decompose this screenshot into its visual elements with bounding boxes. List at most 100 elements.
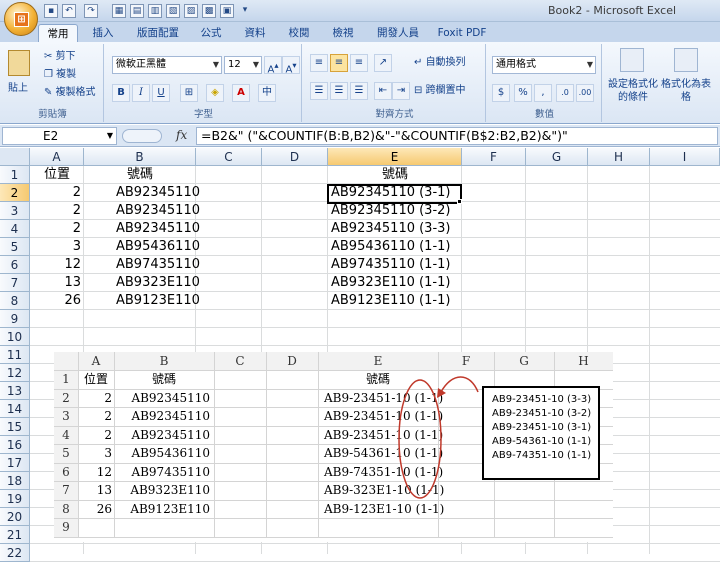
tab-insert[interactable]: 插入	[86, 24, 120, 42]
fill-color-icon[interactable]: ◈	[206, 84, 224, 102]
font-name-dropdown[interactable]: 微軟正黑體 ▼	[112, 56, 222, 74]
name-box[interactable]: E2 ▼	[2, 127, 117, 145]
column-header-D[interactable]: D	[262, 148, 328, 166]
cell-A2[interactable]: 2	[30, 184, 84, 202]
qa-tool6-icon[interactable]: ▩	[202, 4, 216, 18]
qa-customize-icon[interactable]: ▾	[238, 4, 252, 18]
format-table-button[interactable]: 格式化為表格	[660, 78, 712, 104]
row-header-10[interactable]: 10	[0, 328, 30, 346]
cut-button[interactable]: ✂ 剪下	[44, 48, 76, 66]
column-header-B[interactable]: B	[84, 148, 196, 166]
qa-tool5-icon[interactable]: ▨	[184, 4, 198, 18]
column-header-H[interactable]: H	[588, 148, 650, 166]
bold-button[interactable]: B	[112, 84, 130, 102]
cell-B7[interactable]: AB9323E110	[84, 274, 200, 292]
row-header-4[interactable]: 4	[0, 220, 30, 238]
cell-B8[interactable]: AB9123E110	[84, 292, 200, 310]
formula-input[interactable]: =B2&" ("&COUNTIF(B:B,B2)&"-"&COUNTIF(B$2…	[196, 127, 718, 145]
cell-B5[interactable]: AB95436110	[84, 238, 200, 256]
qa-tool3-icon[interactable]: ▥	[148, 4, 162, 18]
qa-tool4-icon[interactable]: ▧	[166, 4, 180, 18]
column-header-C[interactable]: C	[196, 148, 262, 166]
align-top-icon[interactable]: ≡	[310, 54, 328, 72]
row-header-15[interactable]: 15	[0, 418, 30, 436]
row-header-9[interactable]: 9	[0, 310, 30, 328]
cell-B3[interactable]: AB92345110	[84, 202, 200, 220]
font-color-icon[interactable]: A	[232, 84, 250, 102]
cell-B6[interactable]: AB97435110	[84, 256, 200, 274]
active-cell-selection[interactable]	[327, 184, 462, 204]
qa-tool7-icon[interactable]: ▣	[220, 4, 234, 18]
row-header-11[interactable]: 11	[0, 346, 30, 364]
row-header-2[interactable]: 2	[0, 184, 30, 202]
cell-E3[interactable]: AB92345110 (3-2)	[328, 202, 462, 220]
column-header-A[interactable]: A	[30, 148, 84, 166]
merge-center-button[interactable]: ⊟ 跨欄置中	[414, 82, 466, 100]
tab-home[interactable]: 常用	[38, 24, 78, 42]
redo-icon[interactable]: ↷	[84, 4, 98, 18]
qa-tool2-icon[interactable]: ▤	[130, 4, 144, 18]
align-right-icon[interactable]: ☰	[350, 82, 368, 100]
column-header-G[interactable]: G	[526, 148, 588, 166]
row-header-1[interactable]: 1	[0, 166, 30, 184]
cell-E8[interactable]: AB9123E110 (1-1)	[328, 292, 462, 310]
cell-A5[interactable]: 3	[30, 238, 84, 256]
qa-tool1-icon[interactable]: ▦	[112, 4, 126, 18]
wrap-text-button[interactable]: ↵ 自動換列	[414, 54, 466, 72]
insert-function-button[interactable]: fx	[176, 128, 187, 142]
row-header-22[interactable]: 22	[0, 544, 30, 562]
row-header-13[interactable]: 13	[0, 382, 30, 400]
orientation-icon[interactable]: ↗	[374, 54, 392, 72]
row-header-14[interactable]: 14	[0, 400, 30, 418]
cell-A1[interactable]: 位置	[30, 166, 84, 184]
underline-button[interactable]: U	[152, 84, 170, 102]
copy-button[interactable]: ❐ 複製	[44, 66, 76, 84]
tab-formulas[interactable]: 公式	[194, 24, 228, 42]
office-button[interactable]: ⊞	[4, 2, 38, 36]
cell-A4[interactable]: 2	[30, 220, 84, 238]
column-header-I[interactable]: I	[650, 148, 720, 166]
decrease-indent-icon[interactable]: ⇤	[374, 82, 392, 100]
shrink-font-icon[interactable]: A▾	[282, 56, 300, 75]
tab-review[interactable]: 校閱	[282, 24, 316, 42]
decrease-decimal-icon[interactable]: .00	[576, 84, 594, 102]
cell-E5[interactable]: AB95436110 (1-1)	[328, 238, 462, 256]
select-all-corner[interactable]	[0, 148, 30, 166]
italic-button[interactable]: I	[132, 84, 150, 102]
tab-view[interactable]: 檢視	[326, 24, 360, 42]
row-header-12[interactable]: 12	[0, 364, 30, 382]
borders-icon[interactable]: ⊞	[180, 84, 198, 102]
increase-indent-icon[interactable]: ⇥	[392, 82, 410, 100]
conditional-format-button[interactable]: 設定格式化的條件	[606, 78, 660, 104]
undo-icon[interactable]: ↶	[62, 4, 76, 18]
cell-E1[interactable]: 號碼	[328, 166, 462, 184]
tab-data[interactable]: 資料	[238, 24, 272, 42]
formula-bar-resize[interactable]	[122, 129, 162, 143]
row-header-3[interactable]: 3	[0, 202, 30, 220]
comma-button[interactable]: ,	[534, 84, 552, 102]
row-header-21[interactable]: 21	[0, 526, 30, 544]
row-header-5[interactable]: 5	[0, 238, 30, 256]
paste-button[interactable]: 貼上	[8, 80, 28, 98]
cell-E6[interactable]: AB97435110 (1-1)	[328, 256, 462, 274]
increase-decimal-icon[interactable]: .0	[556, 84, 574, 102]
tab-page-layout[interactable]: 版面配置	[132, 24, 184, 42]
tab-foxit-pdf[interactable]: Foxit PDF	[434, 24, 490, 42]
cell-B2[interactable]: AB92345110	[84, 184, 200, 202]
row-header-20[interactable]: 20	[0, 508, 30, 526]
percent-button[interactable]: %	[514, 84, 532, 102]
cell-A8[interactable]: 26	[30, 292, 84, 310]
cell-A3[interactable]: 2	[30, 202, 84, 220]
currency-button[interactable]: $	[492, 84, 510, 102]
row-header-6[interactable]: 6	[0, 256, 30, 274]
font-size-dropdown[interactable]: 12 ▼	[224, 56, 262, 74]
cell-B1[interactable]: 號碼	[84, 166, 196, 184]
tab-developer[interactable]: 開發人員	[372, 24, 424, 42]
column-header-F[interactable]: F	[462, 148, 526, 166]
cell-A7[interactable]: 13	[30, 274, 84, 292]
row-header-19[interactable]: 19	[0, 490, 30, 508]
fill-handle[interactable]	[457, 199, 462, 204]
cell-E4[interactable]: AB92345110 (3-3)	[328, 220, 462, 238]
save-icon[interactable]: ▪	[44, 4, 58, 18]
row-header-7[interactable]: 7	[0, 274, 30, 292]
